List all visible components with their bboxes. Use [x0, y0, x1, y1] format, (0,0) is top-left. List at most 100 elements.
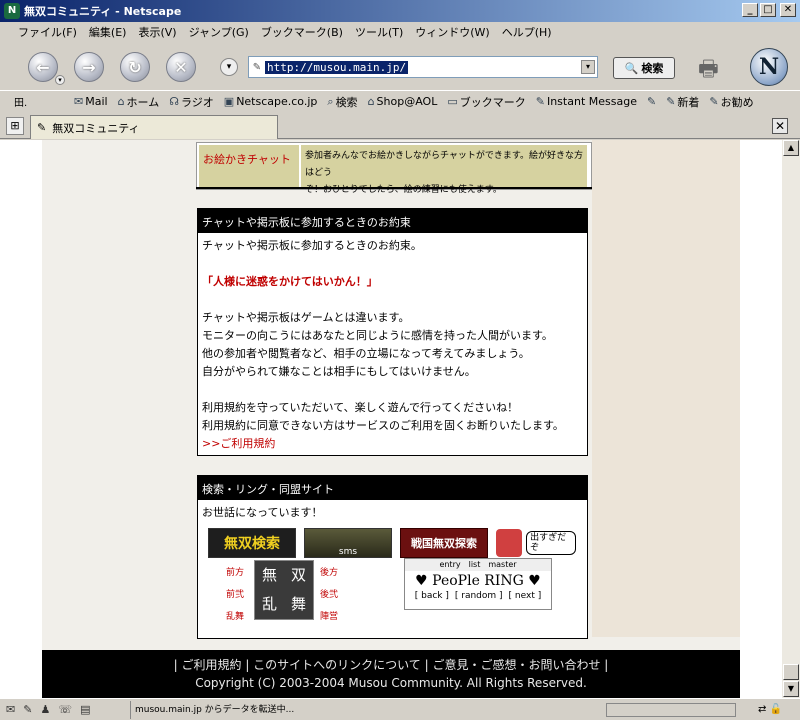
forward-button[interactable]: →	[74, 52, 104, 82]
close-window-button[interactable]: ✕	[780, 3, 796, 17]
toolbar-link-netscape[interactable]: ▣ Netscape.co.jp	[224, 95, 318, 108]
people-ring-title[interactable]: ♥ PeoPle RING ♥	[405, 571, 551, 591]
ring-area: 前方 前弐 乱舞 無 双 乱 舞 後方 後弐 陣営 entry list mas…	[198, 558, 587, 628]
url-text: http://musou.main.jp/	[265, 60, 409, 74]
home-icon: ⌂	[117, 95, 125, 108]
toolbar-link-home[interactable]: ⌂ ホーム	[118, 94, 160, 110]
toolbar-link-mail[interactable]: ✉ Mail	[74, 95, 108, 108]
my-netscape-icon: ▣	[223, 95, 235, 108]
toolbar-link-blank[interactable]: ✎	[647, 95, 656, 108]
tab-musou-community[interactable]: ✎ 無双コミュニティ	[30, 115, 278, 139]
menu-view[interactable]: 表示(V)	[138, 24, 176, 40]
banner-character[interactable]: 出すぎだぞ	[496, 528, 576, 558]
toolbar-link-bookmarks[interactable]: ▭ ブックマーク	[447, 94, 525, 110]
bookmark-icon: ✎	[709, 95, 719, 108]
muso-ring-link[interactable]: 後弐	[320, 584, 338, 606]
ring-master-link[interactable]: master	[488, 559, 516, 571]
page-viewport: お絵かきチャット 参加者みんなでお絵かきしながらチャットができます。絵が好きな方…	[0, 140, 782, 698]
back-arrow-icon: ←	[36, 57, 50, 77]
new-tab-button[interactable]: ⊞	[6, 117, 24, 135]
muso-ring-link[interactable]: 前弐	[226, 584, 244, 606]
reload-icon: ↻	[128, 57, 142, 77]
muso-ring-link[interactable]: 前方	[226, 562, 244, 584]
rules-line: チャットや掲示板はゲームとは違います。	[202, 311, 410, 324]
bookmark-icon: ✎	[666, 95, 676, 108]
print-icon[interactable]: 🖶	[698, 52, 719, 90]
search-button[interactable]: 🔍 検索	[613, 57, 675, 79]
menu-file[interactable]: ファイル(F)	[18, 24, 77, 40]
rules-line: モニターの向こうにはあなたと同じように感情を持った人間がいます。	[202, 329, 553, 342]
status-bar: ✉ ✎ ♟ ☏ ▤ musou.main.jp からデータを転送中... ⇄ 🔓	[0, 698, 800, 720]
back-history-dropdown[interactable]: ▾	[55, 75, 65, 85]
right-sidebar-background	[592, 140, 740, 637]
terms-of-use-link[interactable]: >>ご利用規約	[202, 435, 583, 453]
page-footer: | ご利用規約 | このサイトへのリンクについて | ご意見・ご感想・お問い合わ…	[42, 650, 740, 698]
toolbar-link-shop[interactable]: ⌂ Shop@AOL	[368, 95, 438, 108]
netscape-app-icon: N	[4, 3, 20, 19]
back-button[interactable]: ←	[28, 52, 58, 82]
musou-ranbu-ring-logo[interactable]: 無 双 乱 舞	[254, 560, 314, 620]
composer-page-icon[interactable]: ▤	[80, 703, 90, 716]
mail-status-icon[interactable]: ✉	[6, 703, 15, 716]
vertical-scrollbar[interactable]: ▲ ▼	[782, 140, 800, 698]
scroll-thumb[interactable]	[783, 664, 799, 680]
bookmark-icon: ✎	[646, 95, 657, 108]
tab-title: 無双コミュニティ	[52, 121, 140, 135]
menu-bookmarks[interactable]: ブックマーク(B)	[261, 24, 343, 40]
scroll-down-button[interactable]: ▼	[783, 681, 799, 697]
banner-musou-search[interactable]: 無双検索	[208, 528, 296, 558]
composer-icon[interactable]: ✎	[23, 703, 32, 716]
links-intro: お世話になっています！	[202, 506, 323, 519]
reload-button[interactable]: ↻	[120, 52, 150, 82]
ring-list-link[interactable]: list	[469, 559, 481, 571]
scroll-up-button[interactable]: ▲	[783, 140, 799, 156]
menu-edit[interactable]: 編集(E)	[89, 24, 127, 40]
maximize-button[interactable]: □	[760, 3, 776, 17]
stop-button[interactable]: ✕	[166, 52, 196, 82]
menu-help[interactable]: ヘルプ(H)	[502, 24, 552, 40]
bookmark-folder-icon: ▭	[447, 95, 458, 108]
oekaki-chat-link[interactable]: お絵かきチャット	[199, 145, 299, 187]
muso-ring-link[interactable]: 陣営	[320, 606, 338, 628]
ring-random-link[interactable]: [ random ]	[455, 591, 503, 601]
close-tab-button[interactable]: ✕	[772, 118, 788, 134]
address-book-icon[interactable]: ☏	[58, 703, 72, 716]
mail-icon: ✉	[74, 95, 84, 108]
ring-back-link[interactable]: [ back ]	[415, 591, 449, 601]
menu-tools[interactable]: ツール(T)	[355, 24, 403, 40]
banner-sengoku-musou[interactable]: 戦国無双探索	[400, 528, 488, 558]
url-field[interactable]: ✎ http://musou.main.jp/ ▾	[248, 56, 598, 78]
speech-bubble: 出すぎだぞ	[526, 531, 576, 555]
footer-copyright: Copyright (C) 2003-2004 Musou Community.…	[195, 676, 587, 690]
online-status-icon[interactable]: ⇄	[758, 704, 766, 715]
search-button-label: 検索	[641, 62, 664, 75]
toolbar-link-new[interactable]: ✎ 新着	[666, 94, 699, 110]
shop-icon: ⌂	[367, 95, 375, 108]
toolbar-link-recommend[interactable]: ✎ お勧め	[709, 94, 753, 110]
ring-next-link[interactable]: [ next ]	[509, 591, 542, 601]
ring-entry-link[interactable]: entry	[439, 559, 460, 571]
rules-line: 他の参加者や閲覧者など、相手の立場になって考えてみましょう。	[202, 347, 530, 360]
url-dropdown-button[interactable]: ▾	[581, 60, 595, 74]
instant-message-icon[interactable]: ♟	[40, 703, 50, 716]
rules-slogan: 「人様に迷惑をかけてはいかん！」	[202, 275, 378, 288]
tab-bar: ⊞ ✎ 無双コミュニティ ✕	[0, 113, 800, 139]
rules-line: 自分がやられて嫌なことは相手にもしてはいけません。	[202, 365, 476, 378]
url-history-dropdown-icon[interactable]: ▾	[220, 58, 238, 76]
netscape-throbber-logo[interactable]: N	[750, 48, 788, 86]
toolbar-link-radio[interactable]: ☊ ラジオ	[169, 94, 214, 110]
toolbar-link-search[interactable]: ⌕ 検索	[327, 94, 357, 110]
toolbar-link-instant-message[interactable]: ✎ Instant Message	[536, 95, 637, 108]
banner-sms[interactable]: sms	[304, 528, 392, 558]
minimize-button[interactable]: _	[742, 3, 758, 17]
footer-links[interactable]: | ご利用規約 | このサイトへのリンクについて | ご意見・ご感想・お問い合わ…	[42, 656, 740, 674]
magnifier-icon: 🔍	[624, 61, 639, 75]
muso-ring-link[interactable]: 後方	[320, 562, 338, 584]
rules-outro: 利用規約を守っていただいて、楽しく遊んで行ってくださいね！	[202, 401, 519, 414]
muso-ring-link[interactable]: 乱舞	[226, 606, 244, 628]
navigation-toolbar: ← ▾ → ↻ ✕ ▾ ✎ http://musou.main.jp/ ▾ 🔍 …	[0, 42, 800, 90]
menu-window[interactable]: ウィンドウ(W)	[415, 24, 489, 40]
security-lock-icon[interactable]: 🔓	[770, 704, 782, 715]
muso-ring-left-links: 前方 前弐 乱舞	[226, 562, 244, 628]
menu-go[interactable]: ジャンプ(G)	[189, 24, 249, 40]
